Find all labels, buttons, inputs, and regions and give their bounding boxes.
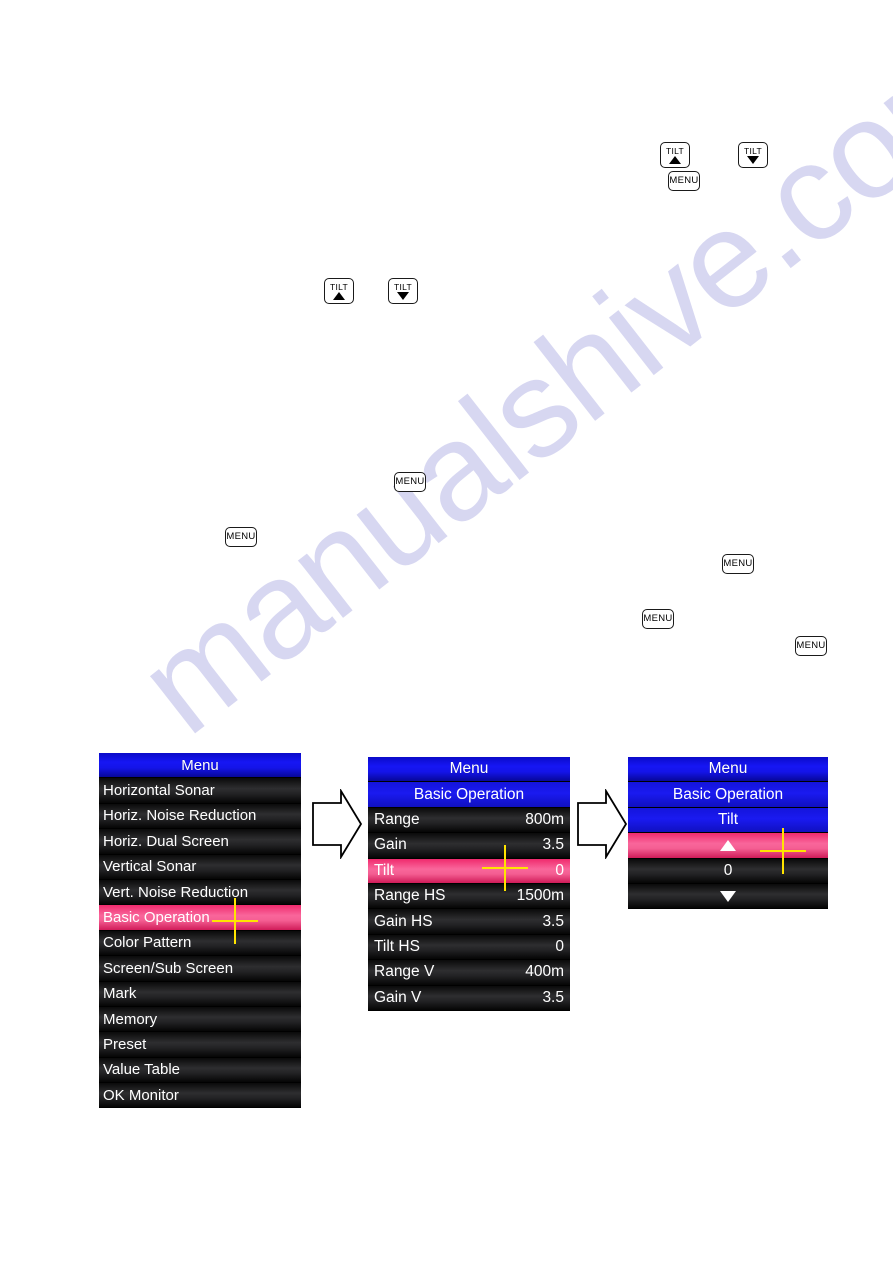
menu-item-label: Horizontal Sonar [103, 782, 215, 800]
tilt-up-button-secondary-label: TILT [329, 281, 349, 292]
tilt-down-button-secondary[interactable]: TILT [388, 278, 418, 304]
tilt-up-button-secondary[interactable]: TILT [324, 278, 354, 304]
menu-item-label: Preset [103, 1035, 147, 1053]
setting-label: Tilt [374, 861, 395, 879]
setting-label: Gain V [374, 988, 422, 1006]
main-menu-title: Menu [99, 753, 301, 779]
setting-value: 400m [525, 963, 564, 981]
tilt-up-button[interactable]: TILT [660, 142, 690, 168]
tilt-down-button[interactable]: TILT [738, 142, 768, 168]
menu-item-label: Basic Operation [103, 909, 210, 927]
triangle-down-icon [747, 156, 759, 165]
setting-label: Gain [374, 836, 407, 854]
menu-button-a-label: MENU [395, 476, 425, 488]
tilt-value-row: 0 [628, 858, 828, 884]
menu-item-label: Color Pattern [103, 934, 192, 952]
setting-label: Range HS [374, 887, 446, 905]
menu-button-c-label: MENU [723, 558, 753, 570]
menu-item-label: Screen/Sub Screen [103, 959, 234, 977]
flow-arrow-1 [311, 789, 363, 859]
tilt-adjust-panel: Menu Basic Operation Tilt 0 [628, 757, 828, 910]
menu-item-label: Vert. Noise Reduction [103, 883, 249, 901]
setting-value: 3.5 [542, 988, 564, 1006]
menu-item-vertical-sonar[interactable]: Vertical Sonar [99, 854, 301, 880]
triangle-down-icon [720, 890, 736, 902]
menu-item-ok-monitor[interactable]: OK Monitor [99, 1083, 301, 1109]
basic-operation-title: Menu [368, 757, 570, 783]
menu-button-c[interactable]: MENU [722, 554, 754, 574]
menu-item-label: OK Monitor [103, 1086, 179, 1104]
menu-item-color-pattern[interactable]: Color Pattern [99, 930, 301, 957]
tilt-adjust-item-title-label: Tilt [717, 810, 739, 828]
triangle-up-icon [720, 839, 736, 851]
setting-row-range[interactable]: Range 800m [368, 807, 570, 834]
tilt-down-button-secondary-label: TILT [393, 281, 413, 292]
basic-operation-subtitle-label: Basic Operation [413, 785, 525, 803]
setting-row-tilt[interactable]: Tilt 0 [368, 858, 570, 884]
menu-item-label: Vertical Sonar [103, 858, 197, 876]
tilt-increase-row[interactable] [628, 833, 828, 859]
tilt-decrease-row[interactable] [628, 883, 828, 910]
menu-item-label: Value Table [103, 1061, 181, 1079]
setting-value: 1500m [516, 887, 564, 905]
menu-item-value-table[interactable]: Value Table [99, 1057, 301, 1084]
setting-row-tilt-hs[interactable]: Tilt HS 0 [368, 934, 570, 961]
setting-value: 0 [555, 937, 564, 955]
basic-operation-title-label: Menu [449, 760, 489, 778]
menu-item-mark[interactable]: Mark [99, 981, 301, 1007]
menu-item-horizontal-sonar[interactable]: Horizontal Sonar [99, 778, 301, 804]
triangle-up-icon [669, 156, 681, 165]
basic-operation-subtitle: Basic Operation [368, 782, 570, 808]
menu-item-label: Horiz. Noise Reduction [103, 807, 257, 825]
tilt-adjust-title-label: Menu [708, 760, 748, 778]
menu-item-label: Horiz. Dual Screen [103, 832, 229, 850]
tilt-adjust-title: Menu [628, 757, 828, 783]
setting-label: Tilt HS [374, 937, 420, 955]
menu-button-d-label: MENU [643, 613, 673, 625]
tilt-down-button-label: TILT [743, 145, 763, 156]
menu-button-b[interactable]: MENU [225, 527, 257, 547]
menu-item-horiz-dual-screen[interactable]: Horiz. Dual Screen [99, 829, 301, 855]
watermark-text: manualshive.com [111, 0, 893, 763]
setting-label: Range [374, 810, 420, 828]
tilt-adjust-subtitle: Basic Operation [628, 782, 828, 808]
setting-row-gain[interactable]: Gain 3.5 [368, 833, 570, 859]
setting-value: 3.5 [542, 836, 564, 854]
setting-row-gain-v[interactable]: Gain V 3.5 [368, 985, 570, 1011]
tilt-adjust-item-title: Tilt [628, 807, 828, 834]
menu-item-horiz-noise-reduction[interactable]: Horiz. Noise Reduction [99, 803, 301, 830]
menu-button-d[interactable]: MENU [642, 609, 674, 629]
setting-row-range-v[interactable]: Range V 400m [368, 960, 570, 986]
menu-item-label: Mark [103, 985, 137, 1003]
menu-button-a[interactable]: MENU [394, 472, 426, 492]
tilt-adjust-subtitle-label: Basic Operation [672, 785, 784, 803]
setting-row-gain-hs[interactable]: Gain HS 3.5 [368, 909, 570, 935]
flow-arrow-2 [576, 789, 628, 859]
menu-item-memory[interactable]: Memory [99, 1006, 301, 1033]
menu-item-vert-noise-reduction[interactable]: Vert. Noise Reduction [99, 879, 301, 906]
triangle-down-icon [397, 292, 409, 301]
basic-operation-panel: Menu Basic Operation Range 800m Gain 3.5… [368, 757, 570, 1011]
triangle-up-icon [333, 292, 345, 301]
tilt-up-button-label: TILT [665, 145, 685, 156]
setting-value: 3.5 [542, 912, 564, 930]
setting-value: 0 [555, 861, 564, 879]
menu-button-e-label: MENU [796, 640, 826, 652]
menu-item-label: Memory [103, 1010, 158, 1028]
setting-label: Range V [374, 963, 435, 981]
menu-button-label: MENU [669, 175, 699, 187]
setting-row-range-hs[interactable]: Range HS 1500m [368, 883, 570, 910]
menu-item-screen-sub-screen[interactable]: Screen/Sub Screen [99, 956, 301, 982]
menu-button-top[interactable]: MENU [668, 171, 700, 191]
setting-label: Gain HS [374, 912, 433, 930]
menu-item-basic-operation[interactable]: Basic Operation [99, 905, 301, 931]
tilt-value: 0 [723, 861, 733, 879]
menu-button-e[interactable]: MENU [795, 636, 827, 656]
main-menu-panel: Menu Horizontal Sonar Horiz. Noise Reduc… [99, 753, 301, 1109]
setting-value: 800m [525, 810, 564, 828]
main-menu-title-label: Menu [181, 756, 219, 774]
menu-button-b-label: MENU [226, 531, 256, 543]
menu-item-preset[interactable]: Preset [99, 1032, 301, 1058]
